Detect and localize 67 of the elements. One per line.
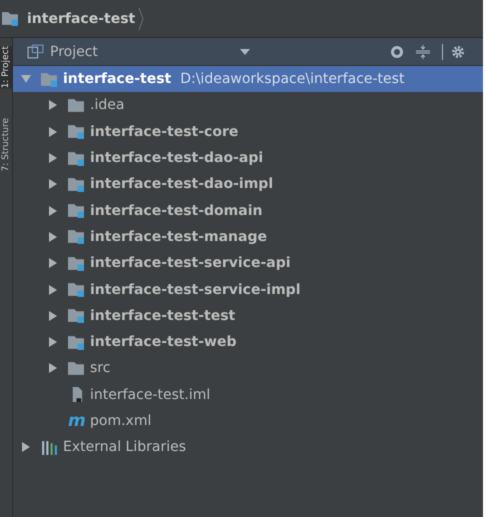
tree-label: External Libraries bbox=[63, 439, 186, 456]
tree-label: interface-test-service-impl bbox=[90, 282, 300, 298]
module-folder-icon bbox=[2, 11, 19, 26]
chevron-icon bbox=[138, 6, 144, 30]
tree-row[interactable]: interface-test-dao-api bbox=[13, 144, 483, 172]
gear-icon[interactable] bbox=[451, 44, 465, 58]
target-icon[interactable] bbox=[390, 44, 404, 58]
folder-icon bbox=[68, 360, 85, 376]
tree-label: interface-test-dao-impl bbox=[90, 176, 274, 192]
module-folder-icon bbox=[68, 229, 85, 244]
tree-row[interactable]: interface-test-dao-impl bbox=[13, 171, 483, 198]
tree-row[interactable]: interface-test-manage bbox=[13, 224, 483, 250]
module-folder-icon bbox=[68, 124, 85, 140]
module-folder-icon bbox=[68, 176, 85, 192]
side-tab[interactable]: 7: Structure bbox=[0, 118, 12, 172]
dropdown-caret-icon[interactable] bbox=[240, 48, 250, 54]
tree-row[interactable]: interface-test-core bbox=[13, 118, 483, 145]
collapse-icon[interactable] bbox=[416, 44, 430, 58]
module-folder-icon bbox=[68, 308, 85, 324]
tree-row[interactable]: interface-test-test bbox=[13, 302, 483, 329]
tree-label: pom.xml bbox=[90, 413, 152, 429]
tree-row[interactable]: interface-test-service-impl bbox=[13, 276, 483, 303]
tree-label: interface-test-web bbox=[90, 334, 236, 350]
module-folder-icon bbox=[68, 282, 85, 298]
tree-row[interactable]: .idea bbox=[13, 92, 483, 119]
folder-icon bbox=[68, 98, 85, 113]
tree-label: interface-test-test bbox=[90, 308, 236, 324]
tree-row[interactable]: External Libraries bbox=[13, 434, 483, 460]
tree-label: interface-test bbox=[63, 71, 172, 88]
module-folder-icon bbox=[41, 72, 58, 87]
collapsed-arrow-icon[interactable] bbox=[48, 258, 58, 268]
collapsed-arrow-icon[interactable] bbox=[48, 100, 58, 110]
collapsed-arrow-icon[interactable] bbox=[21, 442, 31, 452]
tree-row[interactable]: interface-test D:\ideaworkspace\interface-test bbox=[13, 66, 483, 92]
collapsed-arrow-icon[interactable] bbox=[48, 337, 58, 348]
tree-row[interactable]: m pom.xml bbox=[13, 408, 483, 434]
module-folder-icon bbox=[68, 203, 85, 218]
tree-label: interface-test-core bbox=[90, 124, 238, 140]
collapsed-arrow-icon[interactable] bbox=[48, 284, 58, 295]
maven-m-icon: m bbox=[68, 414, 85, 428]
tree-row[interactable]: interface-test-domain bbox=[13, 197, 483, 224]
collapsed-arrow-icon[interactable] bbox=[48, 310, 58, 321]
tree-row[interactable]: src bbox=[13, 355, 483, 382]
tree-row[interactable]: interface-test-service-api bbox=[13, 250, 483, 276]
breadcrumb-label[interactable]: interface-test bbox=[27, 10, 136, 26]
tree-label: interface-test-manage bbox=[90, 228, 267, 245]
collapsed-arrow-icon[interactable] bbox=[48, 206, 58, 216]
module-folder-icon bbox=[68, 150, 85, 166]
collapsed-arrow-icon[interactable] bbox=[48, 126, 58, 137]
side-tab[interactable]: 1: Project bbox=[0, 46, 12, 88]
module-folder-icon bbox=[68, 256, 85, 271]
collapsed-arrow-icon[interactable] bbox=[48, 179, 58, 190]
tree-label: interface-test-dao-api bbox=[90, 150, 264, 166]
tree-label: interface-test.iml bbox=[90, 386, 210, 403]
tree-row[interactable]: interface-test.iml bbox=[13, 382, 483, 408]
tree-label: .idea bbox=[90, 97, 124, 114]
tree-label: interface-test-domain bbox=[90, 202, 262, 219]
tree-row[interactable]: interface-test-web bbox=[13, 328, 483, 356]
tree-label: src bbox=[90, 360, 110, 376]
tree-label: interface-test-service-api bbox=[90, 255, 291, 272]
collapsed-arrow-icon[interactable] bbox=[48, 363, 58, 374]
path-label: D:\ideaworkspace\interface-test bbox=[180, 71, 404, 88]
window-icon bbox=[27, 44, 44, 59]
module-folder-icon bbox=[68, 334, 85, 350]
collapsed-arrow-icon[interactable] bbox=[48, 153, 58, 164]
collapsed-arrow-icon[interactable] bbox=[48, 232, 58, 242]
library-bars-icon bbox=[41, 440, 58, 455]
